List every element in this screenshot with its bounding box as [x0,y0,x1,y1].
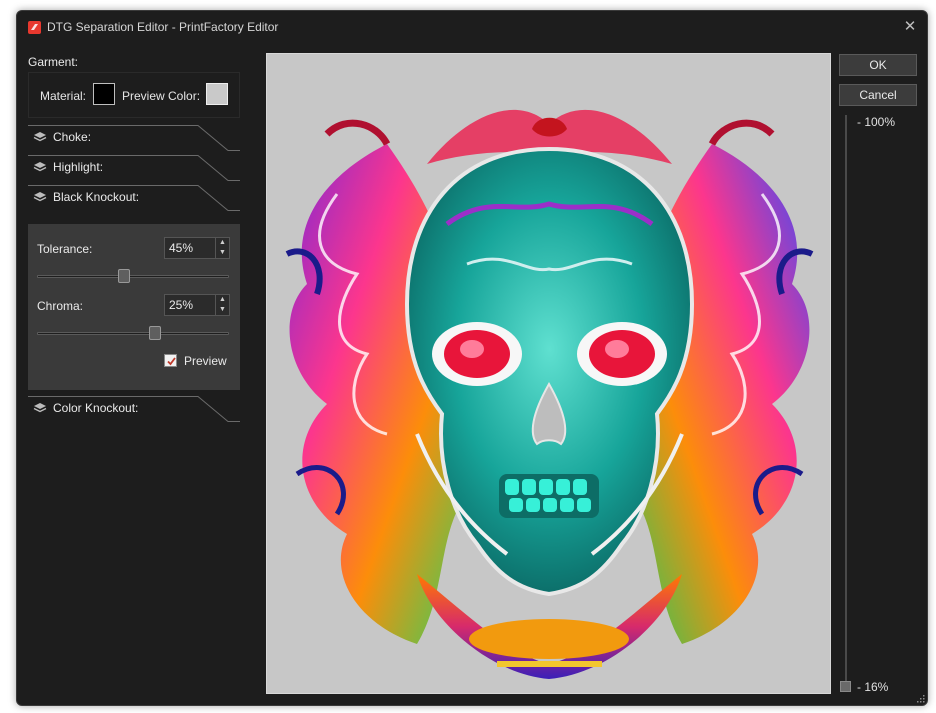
material-color-swatch[interactable] [93,83,115,105]
tolerance-label: Tolerance: [37,242,93,256]
tolerance-stepper[interactable]: ▲ ▼ [215,238,229,258]
preview-checkbox[interactable] [164,354,177,367]
slider-track [37,332,229,335]
dialog-window: DTG Separation Editor - PrintFactory Edi… [16,10,928,706]
chevron-down-icon[interactable]: ▼ [216,305,229,315]
chevron-up-icon[interactable]: ▲ [216,295,229,305]
preview-canvas[interactable] [266,53,831,694]
preview-color-swatch[interactable] [206,83,228,105]
preview-checkbox-label: Preview [184,354,227,368]
section-color-knockout-label: Color Knockout: [53,401,139,415]
garment-group: Material: Preview Color: [28,72,240,118]
section-choke[interactable]: Choke: [28,125,240,155]
section-black-knockout[interactable]: Black Knockout: [28,185,240,215]
cancel-button[interactable]: Cancel [839,84,917,106]
slider-thumb[interactable] [149,326,161,340]
zoom-max-label: - 100% [857,115,896,129]
chroma-stepper[interactable]: ▲ ▼ [215,295,229,315]
checkmark-icon [167,357,176,366]
section-choke-label: Choke: [53,130,92,144]
layers-icon [33,192,47,202]
chroma-spinbox[interactable]: ▲ ▼ [164,294,230,316]
resize-grip-icon[interactable] [915,693,925,703]
section-color-knockout[interactable]: Color Knockout: [28,396,240,426]
chevron-down-icon[interactable]: ▼ [216,248,229,258]
tolerance-input[interactable] [165,238,215,258]
close-button[interactable]: ✕ [899,16,921,38]
section-highlight-label: Highlight: [53,160,104,174]
title-bar: DTG Separation Editor - PrintFactory Edi… [17,11,927,43]
layers-icon [33,132,47,142]
preview-color-label: Preview Color: [122,89,201,103]
chroma-label: Chroma: [37,299,84,313]
black-knockout-panel: Tolerance: ▲ ▼ Chroma: ▲ ▼ [28,224,240,390]
section-highlight[interactable]: Highlight: [28,155,240,185]
tolerance-slider[interactable] [37,269,229,283]
slider-track [37,275,229,278]
chroma-slider[interactable] [37,326,229,340]
layers-icon [33,162,47,172]
zoom-slider-track[interactable] [845,115,847,687]
skull-artwork-image [285,109,814,679]
zoom-slider-handle[interactable] [840,681,851,692]
window-title: DTG Separation Editor - PrintFactory Edi… [47,20,279,34]
app-logo-icon [28,21,41,34]
chroma-input[interactable] [165,295,215,315]
tolerance-spinbox[interactable]: ▲ ▼ [164,237,230,259]
layers-icon [33,403,47,413]
material-label: Material: [40,89,87,103]
section-black-knockout-label: Black Knockout: [53,190,140,204]
chevron-up-icon[interactable]: ▲ [216,238,229,248]
ok-button[interactable]: OK [839,54,917,76]
slider-thumb[interactable] [118,269,130,283]
garment-heading: Garment: [28,55,79,69]
zoom-current-label: - 16% [857,680,889,694]
